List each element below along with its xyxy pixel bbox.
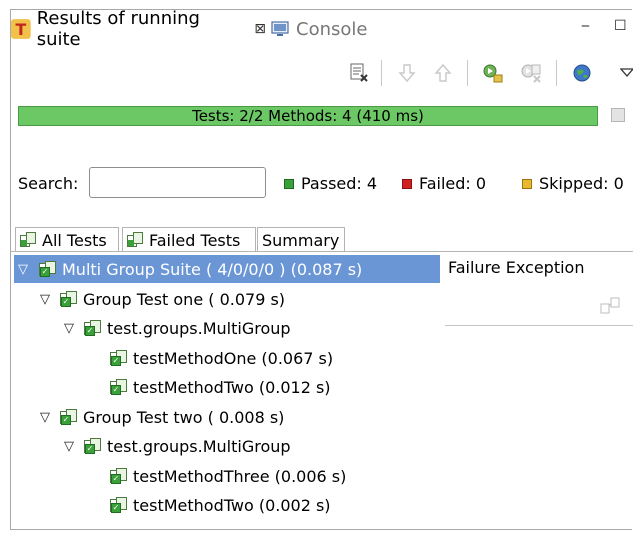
tab-all-tests-label: All Tests: [42, 230, 107, 250]
collapse-icon[interactable]: ▽: [36, 410, 54, 425]
next-failure-icon[interactable]: [394, 60, 420, 86]
search-label: Search:: [18, 174, 79, 193]
toolbar-separator: [381, 60, 382, 86]
tree-row-method[interactable]: ✓ testMethodThree (0.006 s): [14, 462, 346, 490]
search-input[interactable]: [89, 167, 266, 198]
tree-row-suite[interactable]: ▽ ✓ Multi Group Suite ( 4/0/0/0 ) (0.087…: [14, 255, 440, 283]
tree-row-method[interactable]: ✓ testMethodTwo (0.012 s): [14, 373, 331, 401]
tree-row-method[interactable]: ✓ testMethodTwo (0.002 s): [14, 491, 331, 519]
tab-divider: [11, 251, 633, 252]
export-results-icon[interactable]: [346, 60, 372, 86]
collapse-icon[interactable]: ▽: [14, 262, 32, 277]
tree-row-label: Group Test two ( 0.008 s): [83, 407, 285, 427]
group-icon: ✓: [60, 291, 77, 307]
method-icon: ✓: [110, 497, 127, 513]
tree-row-group[interactable]: ▽ ✓ Group Test one ( 0.079 s): [14, 285, 285, 313]
tree-row-method[interactable]: ✓ testMethodOne (0.067 s): [14, 344, 333, 372]
collapse-icon[interactable]: ▽: [36, 292, 54, 307]
skipped-counter: Skipped: 0: [522, 174, 624, 193]
tab-failed-tests[interactable]: Failed Tests: [122, 227, 256, 252]
tab-console-label: Console: [296, 18, 368, 40]
view-menu-icon[interactable]: [614, 60, 633, 86]
class-icon: ✓: [84, 438, 101, 454]
tab-console[interactable]: Console: [271, 10, 367, 48]
tree-row-label: testMethodTwo (0.002 s): [133, 495, 331, 515]
tree-row-label: testMethodOne (0.067 s): [133, 348, 334, 368]
tree-row-group[interactable]: ▽ ✓ Group Test two ( 0.008 s): [14, 403, 284, 431]
tree-row-label: Group Test one ( 0.079 s): [83, 289, 286, 309]
maximize-icon[interactable]: ☐: [614, 18, 627, 34]
tab-all-tests[interactable]: All Tests: [15, 227, 119, 252]
passed-counter: Passed: 4: [284, 174, 377, 193]
failed-tree-icon: [127, 232, 143, 247]
tab-results[interactable]: T Results of running suite ⊠: [11, 8, 266, 50]
passed-icon: [284, 178, 294, 189]
method-icon: ✓: [110, 379, 127, 395]
toolbar-separator: [556, 60, 557, 86]
toolbar-separator: [467, 60, 468, 86]
minimize-icon[interactable]: ‒: [581, 18, 590, 34]
close-icon[interactable]: ⊠: [254, 21, 266, 37]
tree-row-label: testMethodTwo (0.012 s): [133, 377, 331, 397]
svg-text:T: T: [15, 20, 26, 39]
failed-counter: Failed: 0: [402, 174, 486, 193]
method-icon: ✓: [110, 468, 127, 484]
tree-row-label: testMethodThree (0.006 s): [133, 466, 347, 486]
tab-failed-tests-label: Failed Tests: [149, 230, 241, 250]
tab-results-label: Results of running suite: [36, 8, 200, 50]
progress-label: Tests: 2/2 Methods: 4 (410 ms): [192, 107, 424, 125]
method-icon: ✓: [110, 350, 127, 366]
class-icon: ✓: [84, 320, 101, 336]
testng-icon: T: [11, 19, 31, 39]
skipped-icon: [522, 178, 532, 189]
console-icon: [271, 21, 289, 36]
rerun-icon[interactable]: [480, 60, 506, 86]
open-report-icon[interactable]: [569, 60, 595, 86]
tab-summary-label: Summary: [262, 230, 340, 250]
previous-failure-icon[interactable]: [430, 60, 456, 86]
rerun-failed-icon[interactable]: [518, 60, 544, 86]
tree-row-label: Multi Group Suite ( 4/0/0/0 ) (0.087 s): [62, 259, 363, 279]
group-icon: ✓: [60, 409, 77, 425]
failed-icon: [402, 178, 412, 189]
tree-row-class[interactable]: ▽ ✓ test.groups.MultiGroup: [14, 314, 291, 342]
failure-divider: [445, 325, 633, 326]
collapse-icon[interactable]: ▽: [60, 321, 78, 336]
tree-row-class[interactable]: ▽ ✓ test.groups.MultiGroup: [14, 432, 291, 460]
tree-row-label: test.groups.MultiGroup: [107, 436, 291, 456]
compare-results-icon[interactable]: [600, 296, 620, 320]
skipped-label: Skipped: 0: [539, 174, 624, 193]
passed-label: Passed: 4: [301, 174, 378, 193]
collapse-icon[interactable]: ▽: [60, 439, 78, 454]
tree-row-label: test.groups.MultiGroup: [107, 318, 291, 338]
failure-exception-title: Failure Exception: [448, 258, 585, 277]
stop-button[interactable]: [611, 108, 625, 122]
tab-summary[interactable]: Summary: [257, 227, 345, 252]
test-tree-icon: [20, 232, 36, 247]
suite-icon: ✓: [39, 261, 56, 277]
failed-label: Failed: 0: [419, 174, 487, 193]
